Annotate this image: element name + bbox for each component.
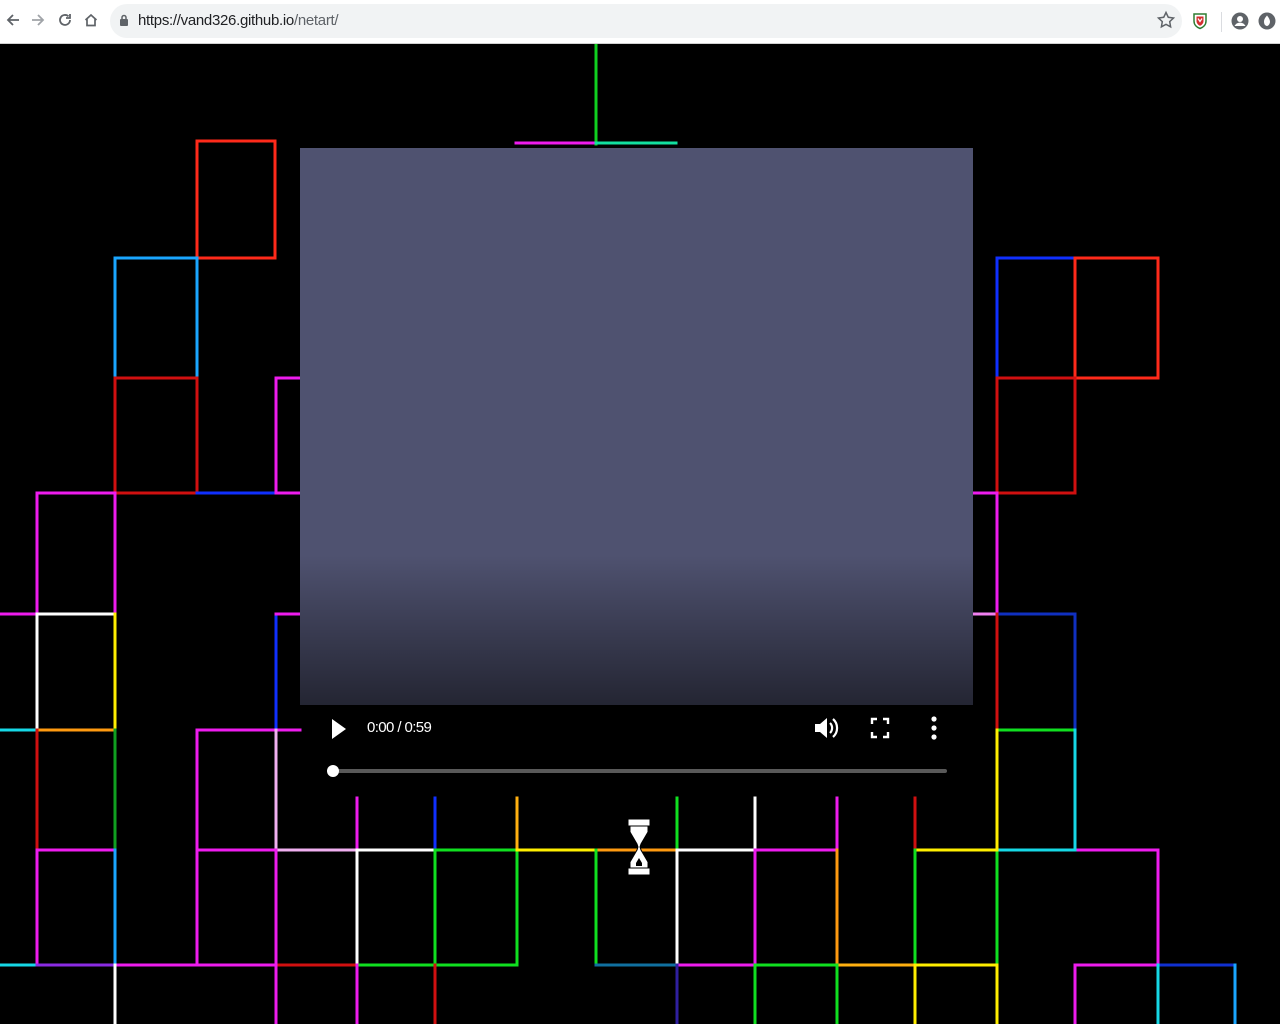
- address-bar[interactable]: https://vand326.github.io/netart/: [110, 4, 1182, 38]
- reload-icon[interactable]: [52, 7, 78, 33]
- art-square: [113, 376, 199, 495]
- back-arrow-icon[interactable]: [0, 7, 26, 33]
- seek-thumb[interactable]: [327, 765, 339, 777]
- art-square: [195, 139, 277, 260]
- art-square: [1073, 256, 1160, 380]
- art-square: [995, 376, 1077, 495]
- url-path: /netart/: [293, 12, 339, 29]
- art-square: [995, 256, 1077, 380]
- lock-icon: [119, 14, 129, 32]
- play-icon[interactable]: [330, 717, 348, 741]
- forward-arrow-icon[interactable]: [25, 7, 51, 33]
- home-icon[interactable]: [78, 7, 104, 33]
- profile-icon[interactable]: [1227, 8, 1253, 34]
- time-display: 0:00 / 0:59: [367, 719, 432, 736]
- hourglass-cursor-icon: [627, 818, 651, 876]
- volume-icon[interactable]: [812, 713, 840, 743]
- fullscreen-icon[interactable]: [868, 715, 892, 741]
- bookmark-star-icon[interactable]: [1156, 10, 1176, 35]
- url-host: https://vand326.github.io: [138, 12, 294, 29]
- art-square: [35, 612, 117, 732]
- video-controls-gradient: [300, 555, 973, 705]
- more-options-icon[interactable]: [924, 713, 944, 743]
- account-icon[interactable]: [1254, 8, 1280, 34]
- url-text: https://vand326.github.io/netart/: [138, 12, 339, 29]
- toolbar-separator: [1221, 12, 1222, 32]
- art-square: [113, 256, 199, 380]
- video-player[interactable]: [300, 148, 973, 705]
- video-controls: 0:00 / 0:59: [300, 705, 973, 790]
- seek-bar[interactable]: [327, 765, 947, 777]
- browser-toolbar: https://vand326.github.io/netart/: [0, 0, 1280, 44]
- shield-extension-icon[interactable]: [1187, 8, 1213, 34]
